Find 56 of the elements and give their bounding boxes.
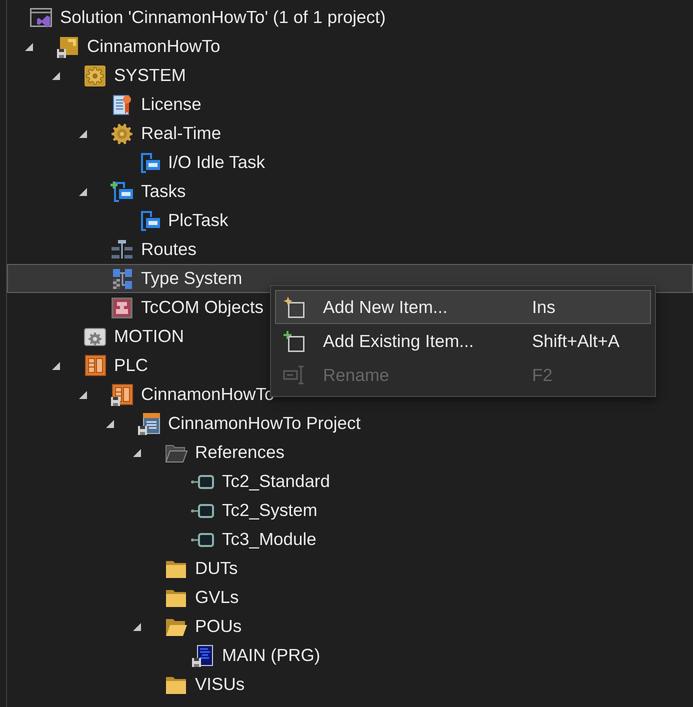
document-floppy-icon — [137, 412, 161, 436]
tree-item[interactable]: Tc2_System — [191, 496, 318, 525]
gear-tile-icon — [83, 64, 107, 88]
document-floppy-icon — [191, 644, 215, 668]
tree-item[interactable]: TcCOM Objects — [110, 293, 264, 322]
tree-item[interactable]: MOTION — [83, 322, 184, 351]
tree-item[interactable]: GVLs — [164, 583, 239, 612]
tree-item[interactable]: PlcTask — [137, 206, 228, 235]
expanded-caret-icon[interactable] — [79, 130, 87, 138]
window-icon — [29, 6, 53, 30]
tree-item[interactable]: MAIN (PRG) — [191, 641, 320, 670]
tree-item[interactable]: CinnamonHowTo Project — [106, 409, 361, 438]
tree-item[interactable]: Real-Time — [79, 119, 222, 148]
tree-item[interactable]: POUs — [133, 612, 242, 641]
tree-item[interactable]: PLC — [52, 351, 148, 380]
tree-item[interactable]: References — [133, 438, 284, 467]
text-cursor-icon — [283, 364, 305, 386]
certificate-icon — [110, 92, 134, 116]
sparkle-square-icon — [283, 296, 305, 318]
monitor-plug-icon — [191, 504, 215, 518]
expanded-caret-icon[interactable] — [79, 188, 87, 196]
tree-item[interactable]: DUTs — [164, 554, 238, 583]
tree-item[interactable]: VISUs — [164, 670, 245, 699]
menu-item[interactable]: Add Existing Item... Shift+Alt+A — [275, 324, 651, 358]
tree-item[interactable]: Tasks — [79, 177, 186, 206]
tree-item[interactable]: SYSTEM — [52, 61, 186, 90]
menu-item[interactable]: Add New Item... Ins — [275, 290, 651, 324]
expanded-caret-icon[interactable] — [106, 420, 114, 428]
tree-item[interactable]: Tc2_Standard — [191, 467, 330, 496]
expanded-caret-icon[interactable] — [79, 390, 87, 398]
tree-item[interactable]: CinnamonHowTo — [25, 32, 220, 61]
blocks-icon — [110, 266, 134, 290]
blocks-tile-icon — [83, 354, 107, 378]
blocks-tile-floppy-icon — [110, 382, 134, 406]
plus-square-icon — [283, 330, 305, 352]
cog-icon — [110, 122, 134, 146]
monitor-plug-icon — [191, 532, 215, 546]
shortcut-text: F2 — [532, 364, 554, 386]
tree-item[interactable]: License — [110, 90, 202, 119]
stamp-icon — [110, 296, 134, 320]
bracket-box-plus-icon — [110, 180, 134, 204]
tree-item[interactable]: Solution 'CinnamonHowTo' (1 of 1 project) — [29, 3, 386, 32]
expanded-caret-icon[interactable] — [133, 448, 141, 456]
hierarchy-icon — [110, 238, 134, 262]
tree-item[interactable]: Routes — [110, 235, 196, 264]
expanded-caret-icon[interactable] — [52, 362, 60, 370]
shortcut-text: Ins — [532, 296, 556, 318]
expanded-caret-icon[interactable] — [25, 42, 33, 50]
tree-item[interactable]: Tc3_Module — [191, 525, 316, 554]
tree-item[interactable]: I/O Idle Task — [137, 148, 265, 177]
tile-floppy-icon — [56, 34, 80, 58]
tree-item[interactable]: CinnamonHowTo — [79, 380, 274, 409]
expanded-caret-icon[interactable] — [133, 622, 141, 630]
monitor-plug-icon — [191, 474, 215, 488]
shortcut-text: Shift+Alt+A — [532, 330, 621, 352]
expanded-caret-icon[interactable] — [52, 72, 60, 80]
